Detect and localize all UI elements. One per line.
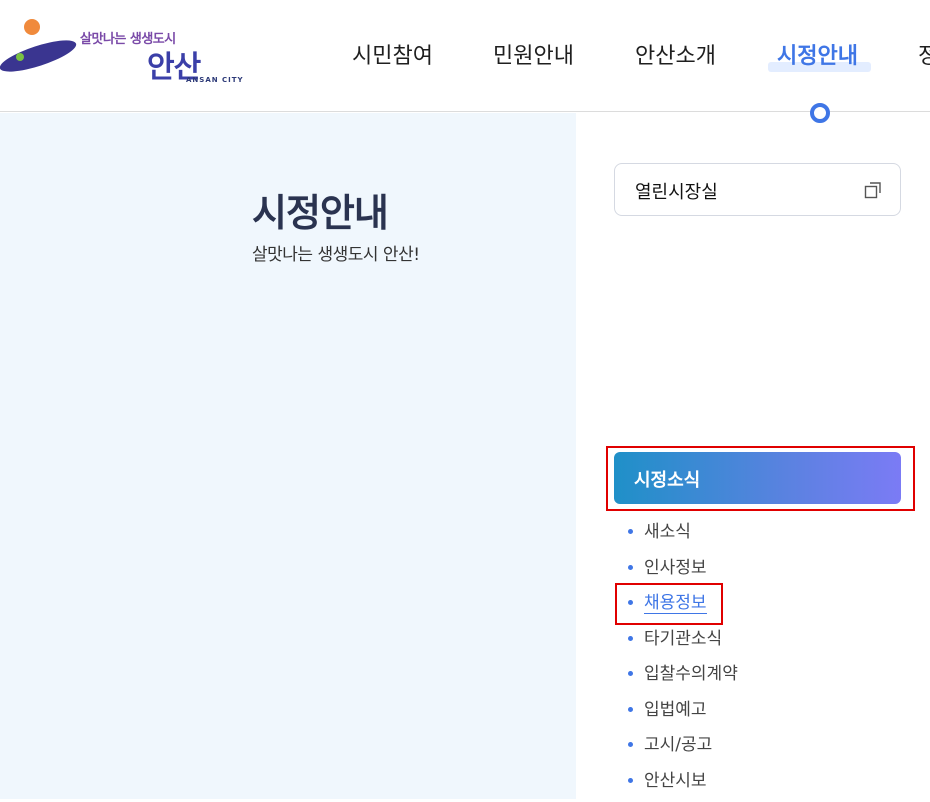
sub-menu-item-label: 입법예고 [644, 700, 707, 720]
page-subtitle: 살맛나는 생생도시 안산! [252, 240, 420, 265]
page-title: 시정안내 [252, 182, 388, 237]
highlight-box-section [606, 446, 915, 511]
gnb-item-city-info[interactable]: 시정안내 [777, 38, 858, 70]
sub-menu-list: 새소식 인사정보 채용정보 타기관소식 입찰수의계약 입법예고 고시/공고 안산… [628, 518, 908, 802]
mayor-office-link[interactable]: 열린시장실 [614, 163, 901, 216]
sub-menu-item-label: 새소식 [644, 522, 691, 542]
mayor-office-label: 열린시장실 [635, 178, 718, 204]
sub-menu-item-news[interactable]: 새소식 [628, 518, 908, 554]
bullet-icon [628, 565, 633, 570]
sub-menu-item-bidding[interactable]: 입찰수의계약 [628, 660, 908, 696]
bullet-icon [628, 742, 633, 747]
bullet-icon [628, 529, 633, 534]
sub-menu-item-other-agency[interactable]: 타기관소식 [628, 625, 908, 661]
bullet-icon [628, 671, 633, 676]
sub-menu-item-label: 안산시보 [644, 771, 707, 791]
sub-menu-item-gazette[interactable]: 안산시보 [628, 767, 908, 802]
sub-menu-item-label: 고시/공고 [644, 735, 712, 755]
sub-menu-item-notice[interactable]: 고시/공고 [628, 731, 908, 767]
gnb-item-next[interactable]: 정 [918, 38, 930, 70]
gnb-item-civil[interactable]: 민원안내 [493, 38, 574, 70]
sub-menu-item-label: 타기관소식 [644, 629, 722, 649]
bullet-icon [628, 707, 633, 712]
gnb-item-citizen[interactable]: 시민참여 [352, 38, 433, 70]
gnb-active-dot [810, 103, 830, 123]
gnb-item-intro[interactable]: 안산소개 [635, 38, 716, 70]
external-link-icon [864, 181, 882, 199]
bullet-icon [628, 636, 633, 641]
logo-city-en: ANSAN CITY [186, 76, 244, 84]
sub-menu-item-legislation[interactable]: 입법예고 [628, 696, 908, 732]
bullet-icon [628, 778, 633, 783]
highlight-box-recruitment [615, 583, 723, 625]
site-logo[interactable]: 살맛나는 생생도시 안산 ANSAN CITY [0, 12, 245, 82]
sub-menu-item-label: 인사정보 [644, 558, 707, 578]
site-header: 살맛나는 생생도시 안산 ANSAN CITY 시민참여 민원안내 안산소개 시… [0, 0, 930, 112]
sub-menu-item-label: 입찰수의계약 [644, 664, 738, 684]
logo-emblem-icon [0, 12, 80, 82]
